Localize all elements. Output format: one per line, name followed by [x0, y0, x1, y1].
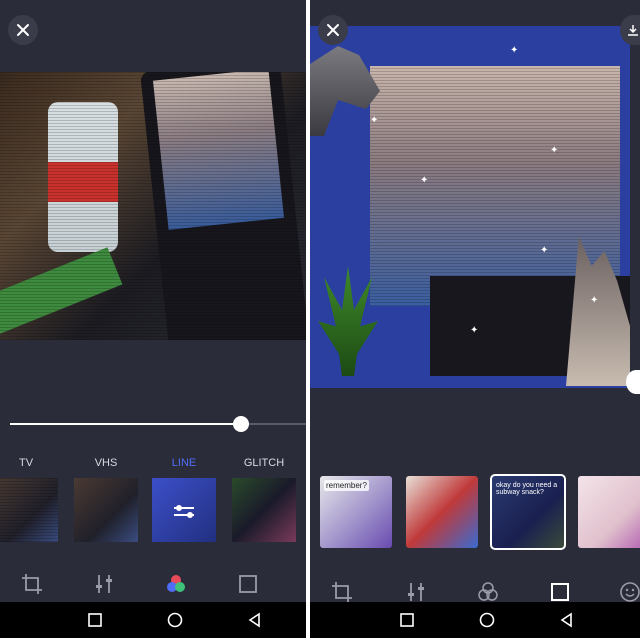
side-tab-button[interactable]	[626, 370, 640, 394]
filter-vhs[interactable]: VHS	[74, 456, 138, 542]
home-circle-icon	[479, 612, 495, 628]
filter-strip: TV VHS LINE GLITCH	[0, 456, 306, 546]
close-button[interactable]	[318, 15, 348, 45]
smiley-icon	[620, 582, 640, 602]
crop-icon	[332, 582, 352, 602]
slider-fill	[10, 423, 241, 425]
filter-thumbnail-selected	[152, 478, 216, 542]
effects-circles-icon	[167, 575, 185, 592]
filter-label: TV	[18, 457, 34, 469]
filter-thumbnail	[74, 478, 138, 542]
sticker-thumb-selected[interactable]: okay do you need a subway snack?	[490, 474, 566, 550]
adjust-sliders-icon	[96, 575, 112, 593]
slider-knob[interactable]	[232, 416, 249, 432]
sticker-photo-preview: ✦ ✦ ✦ ✦ ✦ ✦ ✦	[310, 26, 630, 388]
sticker-thumb[interactable]	[578, 476, 640, 548]
close-button[interactable]	[8, 15, 38, 45]
recents-square-icon	[400, 613, 414, 627]
filter-thumbnail	[0, 478, 58, 542]
back-triangle-icon	[560, 612, 572, 628]
back-triangle-icon	[248, 612, 260, 628]
export-button[interactable]	[620, 15, 640, 45]
home-button[interactable]	[166, 611, 184, 629]
editor-toolbar	[0, 566, 306, 602]
filter-editor-screen: TV VHS LINE GLITCH	[0, 0, 306, 638]
effects-tool-button[interactable]	[164, 572, 188, 596]
back-button[interactable]	[246, 611, 264, 629]
recents-button[interactable]	[86, 611, 104, 629]
sticker-caption: remember?	[324, 480, 369, 491]
filter-thumbnail	[232, 478, 296, 542]
frame-tool-button[interactable]	[236, 572, 260, 596]
filter-label: VHS	[94, 457, 118, 469]
frame-square-icon	[551, 583, 569, 601]
sticker-thumb[interactable]: remember?	[320, 476, 392, 548]
effects-tool-button[interactable]	[476, 580, 500, 604]
frame-square-icon	[239, 575, 257, 593]
filter-line[interactable]: LINE	[152, 456, 216, 542]
adjust-tool-button[interactable]	[404, 580, 428, 604]
sticker-strip: remember? okay do you need a subway snac…	[320, 474, 640, 550]
screenshot-pair: TV VHS LINE GLITCH ✦ ✦ ✦ ✦ ✦ ✦ ✦ remembe…	[0, 0, 640, 638]
adjust-sliders-icon	[408, 583, 424, 601]
crop-tool-button[interactable]	[330, 580, 354, 604]
close-icon	[17, 24, 29, 36]
filter-tv[interactable]: TV	[0, 456, 58, 542]
filter-label: GLITCH	[243, 457, 285, 469]
crop-icon	[22, 574, 42, 594]
intensity-slider[interactable]	[10, 414, 306, 434]
adjust-slider-icon	[174, 505, 194, 518]
home-button[interactable]	[478, 611, 496, 629]
home-circle-icon	[167, 612, 183, 628]
back-button[interactable]	[558, 611, 576, 629]
system-nav-bar	[310, 602, 640, 638]
sticker-caption: okay do you need a subway snack?	[496, 482, 558, 496]
download-icon	[628, 25, 638, 36]
effects-circles-icon	[478, 582, 498, 601]
system-nav-bar	[0, 602, 306, 638]
plant-sticker[interactable]	[318, 266, 378, 376]
filter-label-active: LINE	[171, 457, 197, 469]
recents-square-icon	[88, 613, 102, 627]
close-icon	[327, 24, 339, 36]
adjust-tool-button[interactable]	[92, 572, 116, 596]
sticker-tool-button[interactable]	[618, 580, 640, 604]
frame-tool-button[interactable]	[548, 580, 572, 604]
filter-glitch[interactable]: GLITCH	[232, 456, 296, 542]
sticker-thumb[interactable]	[406, 476, 478, 548]
photo-preview	[0, 72, 306, 340]
sticker-editor-screen: ✦ ✦ ✦ ✦ ✦ ✦ ✦ remember? okay do you need…	[310, 0, 640, 638]
crop-tool-button[interactable]	[20, 572, 44, 596]
recents-button[interactable]	[398, 611, 416, 629]
